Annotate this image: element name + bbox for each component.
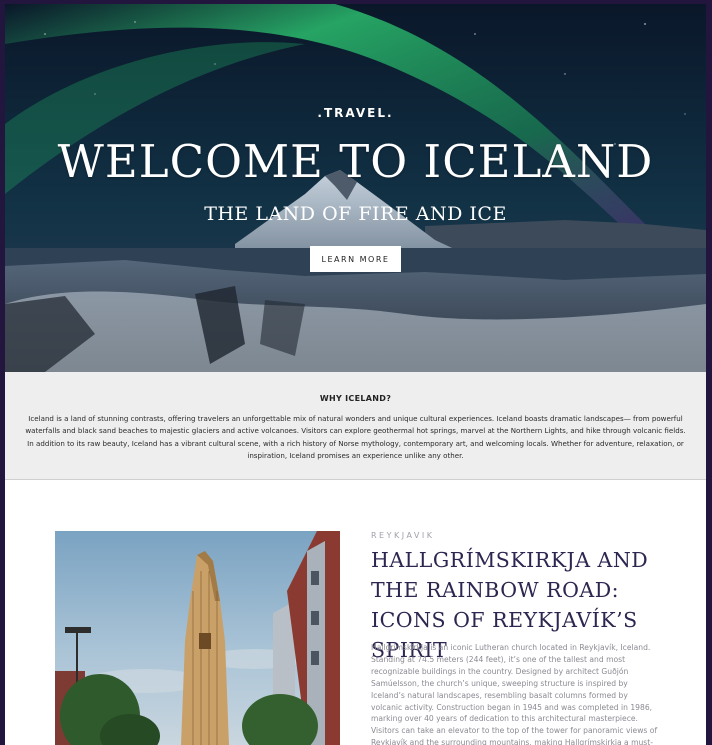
- hero-section: .TRAVEL. WELCOME TO ICELAND THE LAND OF …: [5, 4, 706, 372]
- hero-title: WELCOME TO ICELAND: [57, 135, 654, 188]
- why-iceland-heading: WHY ICELAND?: [319, 394, 392, 403]
- page: .TRAVEL. WELCOME TO ICELAND THE LAND OF …: [5, 4, 706, 745]
- learn-more-button[interactable]: LEARN MORE: [310, 246, 401, 272]
- hero-kicker: .TRAVEL.: [317, 106, 394, 120]
- hero-subtitle: THE LAND OF FIRE AND ICE: [204, 203, 507, 225]
- why-iceland-section: WHY ICELAND? Iceland is a land of stunni…: [5, 372, 706, 480]
- feature-kicker: REYKJAVIK: [371, 531, 435, 540]
- hallgrimskirkja-photo: [55, 531, 340, 745]
- feature-body: Hallgrímskirkja is an iconic Lutheran ch…: [371, 643, 658, 745]
- why-iceland-text: Iceland is a land of stunning contrasts,…: [25, 414, 686, 461]
- hallgrimskirkja-photo-image: [55, 531, 340, 745]
